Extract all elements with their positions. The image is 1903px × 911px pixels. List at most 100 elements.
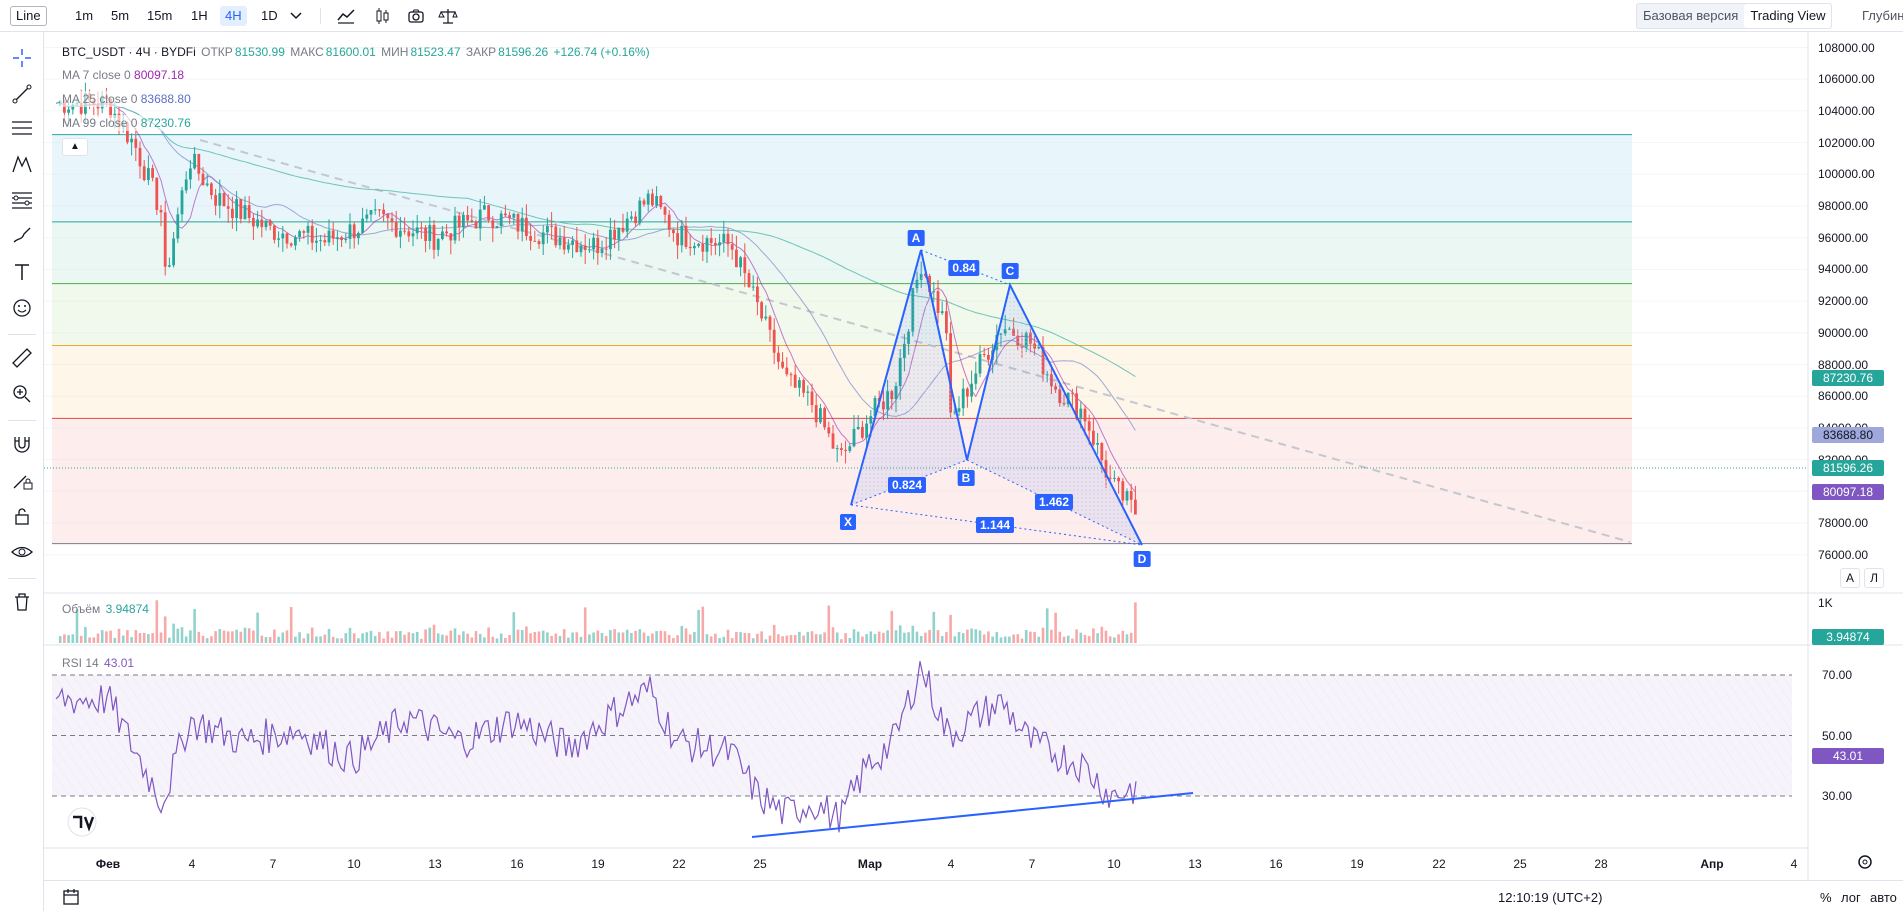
candle-body [323, 240, 327, 243]
volume-bar [327, 629, 331, 643]
auto-toggle[interactable]: авто [1870, 890, 1897, 905]
candle-body [970, 383, 973, 397]
ratio-ac[interactable]: 0.84 [948, 260, 980, 276]
volume-bar [210, 636, 213, 643]
candle-body [617, 227, 621, 240]
pattern-point-a[interactable]: A [907, 230, 925, 246]
percent-toggle[interactable]: % [1820, 890, 1832, 905]
volume-bar [533, 632, 537, 643]
volume-bar [1113, 637, 1116, 643]
symbol-label[interactable]: BTC_USDT · 4Ч · BYDFi [62, 45, 196, 59]
time-tick-label: 10 [347, 857, 361, 871]
volume-bar [932, 611, 936, 643]
ratio-bd[interactable]: 1.462 [1034, 494, 1074, 510]
volume-bar [1062, 636, 1066, 643]
volume-bar [546, 632, 549, 643]
pattern-point-d[interactable]: D [1133, 551, 1151, 567]
volume-bar [226, 631, 230, 643]
pattern-point-x[interactable]: X [839, 514, 857, 530]
volume-bar [214, 631, 217, 643]
volume-bar [1079, 632, 1083, 643]
ma7-legend[interactable]: MA 7 close 0 80097.18 [60, 67, 187, 83]
candle-body [567, 244, 570, 250]
pattern-point-b[interactable]: B [957, 470, 975, 486]
time-tick-label: 7 [269, 857, 277, 871]
volume-bar [1037, 636, 1041, 643]
candle-body [520, 217, 524, 232]
volume-bar [806, 631, 810, 643]
candle-body [512, 213, 516, 218]
candle-body [835, 448, 839, 450]
volume-bar [638, 629, 642, 643]
price-tick-label: 90000.00 [1818, 325, 1869, 340]
chart-canvas[interactable] [0, 0, 1903, 911]
volume-bar [793, 634, 797, 643]
volume-bar [487, 627, 490, 643]
pattern-point-c[interactable]: C [1001, 263, 1019, 279]
settings-icon[interactable] [1855, 852, 1875, 872]
candle-body [386, 214, 390, 219]
volume-bar [852, 629, 856, 643]
calendar-icon[interactable] [62, 888, 80, 906]
volume-bar [747, 633, 751, 643]
log-scale-button[interactable]: Л [1864, 568, 1884, 588]
volume-bar [1016, 634, 1020, 643]
auto-scale-button[interactable]: А [1840, 568, 1860, 588]
candle-body [411, 233, 415, 237]
rsi-label: RSI 14 [62, 656, 99, 670]
ma25-legend[interactable]: MA 25 close 0 83688.80 [60, 91, 193, 107]
candle-body [856, 426, 860, 429]
candle-body [764, 316, 768, 319]
volume-bar [462, 631, 465, 643]
candle-body [138, 147, 142, 167]
price-tick-label: 96000.00 [1818, 230, 1869, 245]
clock[interactable]: 12:10:19 (UTC+2) [1498, 890, 1602, 905]
ma99-label: MA 99 close 0 [62, 116, 138, 130]
fib-zone [52, 283, 1632, 346]
candle-body [1117, 477, 1120, 482]
volume-bar [869, 631, 873, 643]
volume-bar [432, 624, 436, 643]
candle-body [264, 220, 268, 228]
volume-bar [865, 634, 868, 643]
volume-bar [814, 634, 818, 643]
volume-bar [352, 633, 356, 643]
volume-bar [331, 636, 335, 643]
volume-bar [894, 630, 898, 643]
volume-bar [1100, 626, 1104, 643]
candle-body [331, 230, 335, 239]
ratio-xd[interactable]: 1.144 [975, 517, 1015, 533]
volume-bar [634, 630, 637, 643]
volume-bar [172, 623, 175, 643]
volume-bar [982, 634, 986, 643]
volume-bar [201, 635, 205, 643]
candle-body [1092, 430, 1095, 445]
volume-bar [651, 633, 654, 643]
volume-bar [424, 629, 427, 643]
volume-bar [667, 634, 671, 643]
candle-body [285, 233, 289, 244]
volume-bar [289, 607, 293, 643]
ma99-price-tag: 87230.76 [1812, 370, 1884, 386]
volume-bar [882, 632, 885, 643]
volume-bar [415, 631, 419, 643]
volume-bar [672, 638, 675, 643]
candle-body [982, 354, 986, 356]
candle-body [352, 224, 356, 239]
volume-bar [798, 631, 801, 643]
status-bar: 12:10:19 (UTC+2) % лог авто [44, 880, 1903, 911]
volume-bar [193, 608, 196, 643]
tradingview-logo [67, 807, 97, 837]
ma99-legend[interactable]: MA 99 close 0 87230.76 [60, 115, 193, 131]
candle-body [205, 183, 209, 186]
log-toggle[interactable]: лог [1841, 890, 1861, 905]
collapse-legend-button[interactable]: ▲ [62, 138, 88, 156]
ratio-xb[interactable]: 0.824 [887, 477, 927, 493]
time-tick-label: 10 [1107, 857, 1121, 871]
volume-bar [499, 633, 503, 643]
volume-bar [684, 628, 688, 643]
volume-bar [256, 612, 259, 643]
candle-body [163, 212, 167, 267]
fib-retracement[interactable] [52, 134, 1632, 545]
volume-bar [764, 639, 768, 643]
